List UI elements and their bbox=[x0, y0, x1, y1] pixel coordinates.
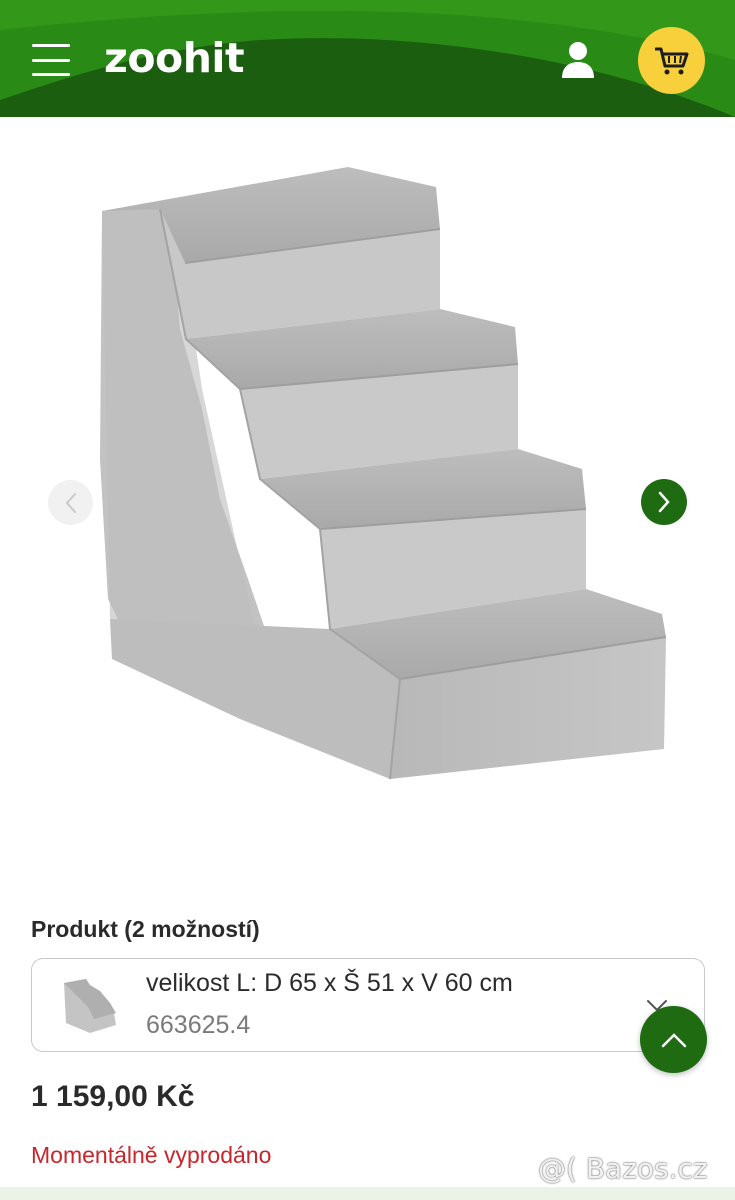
options-title: Produkt (2 možností) bbox=[31, 916, 260, 942]
hamburger-menu-icon bbox=[32, 44, 70, 47]
chevron-up-icon bbox=[661, 1032, 686, 1047]
cart-button[interactable] bbox=[638, 27, 705, 94]
site-logo[interactable]: zoohit bbox=[104, 34, 245, 82]
site-header: zoohit bbox=[0, 0, 735, 117]
gallery-prev-button[interactable] bbox=[48, 480, 93, 525]
account-button[interactable] bbox=[560, 40, 596, 80]
variant-select[interactable]: velikost L: D 65 x Š 51 x V 60 cm 663625… bbox=[31, 958, 705, 1052]
scroll-to-top-button[interactable] bbox=[640, 1006, 707, 1073]
chevron-right-icon bbox=[658, 491, 670, 513]
gallery-next-button[interactable] bbox=[641, 479, 687, 525]
variant-thumbnail bbox=[64, 979, 116, 1033]
watermark: @( Bazos.cz bbox=[538, 1152, 708, 1185]
product-image[interactable] bbox=[90, 159, 680, 789]
product-gallery bbox=[0, 117, 735, 877]
menu-button[interactable] bbox=[32, 44, 72, 76]
bottom-bar bbox=[0, 1187, 735, 1200]
variant-code: 663625.4 bbox=[146, 1011, 251, 1039]
stock-status: Momentálně vyprodáno bbox=[31, 1142, 272, 1168]
chevron-left-icon bbox=[65, 492, 76, 513]
product-price: 1 159,00 Kč bbox=[31, 1080, 195, 1113]
cart-icon bbox=[654, 47, 688, 74]
variant-name: velikost L: D 65 x Š 51 x V 60 cm bbox=[146, 969, 513, 997]
user-icon bbox=[562, 42, 594, 78]
